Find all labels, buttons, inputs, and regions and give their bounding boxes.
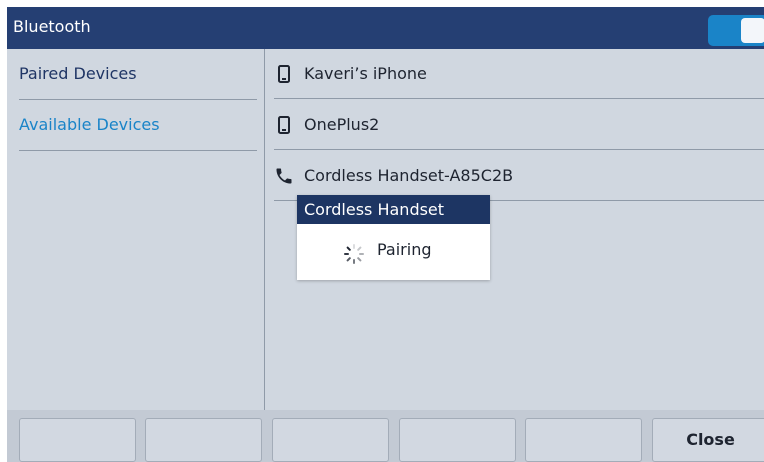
- device-row[interactable]: Kaveri’s iPhone: [274, 49, 764, 99]
- mobile-phone-icon: [274, 64, 294, 84]
- popup-body: Pairing: [297, 224, 490, 280]
- softkey-3[interactable]: [272, 418, 389, 462]
- softkey-bar: Close: [7, 410, 764, 462]
- pairing-popup: Cordless Handset Pairing: [297, 195, 490, 280]
- bluetooth-toggle[interactable]: [708, 15, 764, 46]
- toggle-knob[interactable]: [741, 18, 764, 43]
- device-name: OnePlus2: [304, 115, 380, 134]
- device-row[interactable]: Cordless Handset-A85C2B: [274, 151, 764, 201]
- title-bar: Bluetooth: [7, 7, 764, 49]
- device-name: Kaveri’s iPhone: [304, 64, 427, 83]
- nav-item-available-devices[interactable]: Available Devices: [19, 100, 257, 151]
- phone-screen: Bluetooth Paired Devices Available Devic…: [7, 7, 764, 462]
- device-row[interactable]: OnePlus2: [274, 100, 764, 150]
- close-button[interactable]: Close: [652, 418, 764, 462]
- softkey-1[interactable]: [19, 418, 136, 462]
- device-name: Cordless Handset-A85C2B: [304, 166, 514, 185]
- mobile-phone-icon: [274, 115, 294, 135]
- nav-item-paired-devices[interactable]: Paired Devices: [19, 49, 257, 100]
- softkey-2[interactable]: [145, 418, 262, 462]
- handset-icon: [274, 166, 294, 186]
- left-nav-pane: Paired Devices Available Devices: [7, 49, 265, 410]
- popup-title: Cordless Handset: [297, 195, 490, 224]
- page-title: Bluetooth: [13, 17, 91, 36]
- softkey-5[interactable]: [525, 418, 642, 462]
- softkey-4[interactable]: [399, 418, 516, 462]
- popup-message: Pairing: [377, 240, 432, 259]
- loading-spinner-icon: [343, 243, 365, 265]
